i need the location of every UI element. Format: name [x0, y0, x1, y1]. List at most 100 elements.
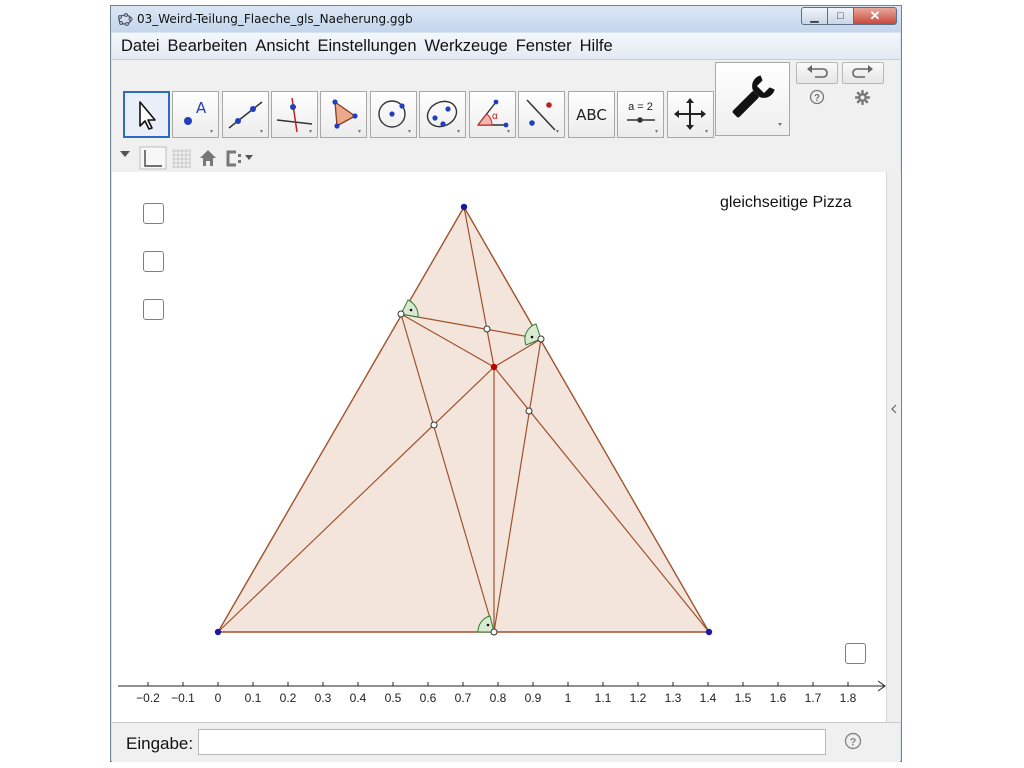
wrench-icon — [732, 75, 782, 126]
svg-text:?: ? — [850, 737, 857, 749]
helper-point[interactable] — [483, 325, 491, 333]
slider-tool-button[interactable]: a = 2 — [617, 91, 664, 138]
helper-point[interactable] — [525, 407, 533, 415]
line-tool-button[interactable] — [222, 91, 269, 138]
redo-icon — [852, 65, 873, 78]
point-tool-button[interactable]: A — [172, 91, 219, 138]
menu-bearbeiten[interactable]: Bearbeiten — [164, 33, 252, 59]
x-axis-tick-label: 0.6 — [420, 691, 437, 705]
cursor-arrow-icon — [139, 101, 156, 130]
x-axis-tick-label: 0.1 — [245, 691, 262, 705]
geogebra-logo-icon — [118, 13, 133, 26]
x-axis-tick-label: 0.2 — [280, 691, 297, 705]
reflect-tool-button[interactable] — [518, 91, 565, 138]
angle-tool-button[interactable]: α — [469, 91, 516, 138]
move-graphics-tool-button[interactable] — [667, 91, 714, 138]
svg-text:α: α — [492, 111, 498, 122]
reflect-about-line-icon — [526, 99, 559, 133]
x-axis-tick-label: 1 — [565, 691, 572, 705]
algebra-view-toggle[interactable] — [886, 172, 901, 722]
vertex-point[interactable] — [460, 203, 468, 211]
window-title: 03_Weird-Teilung_Flaeche_gls_Naeherung.g… — [137, 12, 413, 26]
point-capturing-icon[interactable] — [226, 150, 253, 167]
geogebra-window: 03_Weird-Teilung_Flaeche_gls_Naeherung.g… — [110, 5, 902, 762]
title-bar[interactable]: 03_Weird-Teilung_Flaeche_gls_Naeherung.g… — [111, 6, 901, 32]
helper-point[interactable] — [537, 335, 545, 343]
x-axis-tick-label: 0.9 — [525, 691, 542, 705]
helper-point[interactable] — [490, 628, 498, 636]
x-axis-tick-label: 0.5 — [385, 691, 402, 705]
checkbox-1[interactable] — [143, 203, 164, 224]
show-grid-icon[interactable] — [172, 149, 191, 168]
vertex-point[interactable] — [705, 628, 713, 636]
x-axis-tick-label: 0.3 — [315, 691, 332, 705]
polygon-icon — [332, 99, 361, 133]
maximize-button[interactable]: □ — [827, 7, 853, 25]
menu-einstellungen[interactable]: Einstellungen — [313, 33, 420, 59]
x-axis-ticks: −0.2 −0.1 0 0.1 0.2 0.3 0.4 0.5 0.6 0.7 0.8 0.9 1 1.1… — [136, 682, 857, 705]
x-axis-tick-label: 1.8 — [840, 691, 857, 705]
x-axis-tick-label: 1.4 — [700, 691, 717, 705]
x-axis-tick-label: 0 — [215, 691, 222, 705]
gear-icon[interactable] — [854, 89, 871, 106]
x-axis-tick-label: 1.5 — [735, 691, 752, 705]
move-tool-button[interactable] — [123, 91, 170, 138]
style-bar — [112, 144, 900, 173]
equilateral-triangle — [216, 205, 711, 633]
geometry-canvas: −0.2 −0.1 0 0.1 0.2 0.3 0.4 0.5 0.6 0.7 0.8 0.9 1 1.1… — [118, 203, 886, 705]
x-axis-tick-label: 0.4 — [350, 691, 367, 705]
input-bar: Eingabe: ? — [112, 722, 900, 762]
circle-tool-button[interactable] — [370, 91, 417, 138]
checkbox-4[interactable] — [845, 643, 866, 664]
menu-werkzeuge[interactable]: Werkzeuge — [421, 33, 512, 59]
menu-bar: Datei Bearbeiten Ansicht Einstellungen W… — [112, 33, 900, 60]
helper-point[interactable] — [397, 310, 405, 318]
checkbox-3[interactable] — [143, 299, 164, 320]
menu-fenster[interactable]: Fenster — [512, 33, 576, 59]
style-bar-toggle-icon[interactable] — [120, 151, 130, 157]
x-axis-tick-label: 0.8 — [490, 691, 507, 705]
close-button[interactable]: ✕ — [853, 7, 897, 25]
menu-ansicht[interactable]: Ansicht — [251, 33, 313, 59]
vertex-point[interactable] — [214, 628, 222, 636]
minimize-button[interactable]: ▁ — [801, 7, 827, 25]
redo-button[interactable] — [842, 62, 884, 84]
show-axes-icon[interactable] — [139, 146, 167, 170]
x-axis-tick-label: 1.7 — [805, 691, 822, 705]
input-field[interactable] — [198, 729, 826, 755]
chevron-left-icon — [891, 404, 897, 414]
text-tool-button[interactable]: ABC — [568, 91, 615, 138]
input-help-icon[interactable]: ? — [844, 732, 862, 750]
slider-icon — [627, 117, 658, 133]
text-icon: ABC — [576, 106, 607, 124]
helper-point[interactable] — [430, 421, 438, 429]
line-through-points-icon — [228, 101, 263, 133]
checkbox-2[interactable] — [143, 251, 164, 272]
angle-icon: α — [476, 99, 510, 133]
move-graphics-view-icon — [674, 98, 708, 133]
conic-tool-button[interactable] — [419, 91, 466, 138]
x-axis-tick-label: 1.3 — [665, 691, 682, 705]
x-axis-tick-label: −0.1 — [171, 691, 195, 705]
svg-text:A: A — [196, 99, 207, 117]
x-axis-tick-label: 1.6 — [770, 691, 787, 705]
graphics-view[interactable]: −0.2 −0.1 0 0.1 0.2 0.3 0.4 0.5 0.6 0.7 0.8 0.9 1 1.1… — [112, 172, 886, 722]
angle-dot — [486, 623, 490, 627]
undo-icon — [807, 65, 828, 78]
toolbar: A α ABC a = 2 ? — [112, 60, 900, 144]
menu-datei[interactable]: Datei — [112, 33, 164, 59]
help-icon[interactable]: ? — [809, 89, 825, 105]
perpendicular-line-tool-button[interactable] — [271, 91, 318, 138]
polygon-tool-button[interactable] — [320, 91, 367, 138]
home-view-icon[interactable] — [200, 150, 216, 166]
menu-hilfe[interactable]: Hilfe — [576, 33, 617, 59]
ellipse-icon — [426, 100, 460, 133]
angle-dot — [409, 308, 413, 312]
undo-button[interactable] — [796, 62, 838, 84]
window-controls: ▁ □ ✕ — [801, 7, 897, 26]
custom-tool-button[interactable] — [715, 62, 790, 136]
pizza-title-text[interactable]: gleichseitige Pizza — [720, 194, 852, 212]
pizza-center-point[interactable] — [490, 363, 498, 371]
input-label: Eingabe: — [126, 734, 194, 753]
perpendicular-line-icon — [276, 97, 313, 133]
